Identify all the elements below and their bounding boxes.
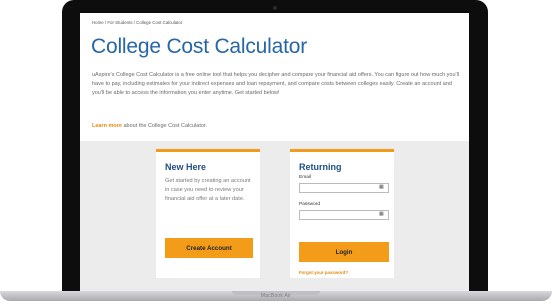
learn-more-line: Learn more about the College Cost Calcul… (92, 123, 207, 129)
device-brand-label: MacBook Air (260, 293, 292, 299)
returning-title: Returning (299, 162, 342, 172)
page-title: College Cost Calculator (91, 35, 308, 58)
new-here-title: New Here (165, 162, 207, 172)
camera-dot (273, 6, 277, 10)
email-field[interactable] (299, 183, 389, 193)
learn-more-text: about the College Cost Calculator. (121, 123, 207, 129)
new-here-card: New Here Get started by creating an acco… (156, 149, 260, 278)
login-button[interactable]: Login (299, 242, 389, 262)
email-label: Email (299, 175, 311, 180)
password-label: Password (299, 202, 321, 207)
learn-more-link[interactable]: Learn more (92, 123, 122, 129)
create-account-button[interactable]: Create Account (165, 238, 253, 258)
intro-paragraph: uAspire's College Cost Calculator is a f… (92, 72, 460, 97)
breadcrumb[interactable]: Home / For Students / College Cost Calcu… (92, 20, 182, 25)
browser-screen: Home / For Students / College Cost Calcu… (80, 13, 469, 292)
key-icon: ▦ (379, 211, 384, 217)
key-icon: ▦ (379, 184, 384, 190)
new-here-description: Get started by creating an account in ca… (165, 178, 251, 203)
login-section-background (80, 141, 469, 292)
password-field[interactable] (299, 210, 389, 220)
forgot-password-link[interactable]: Forgot your password? (299, 270, 348, 275)
returning-card: Returning Email ▦ Password ▦ Login Forgo… (290, 149, 394, 278)
